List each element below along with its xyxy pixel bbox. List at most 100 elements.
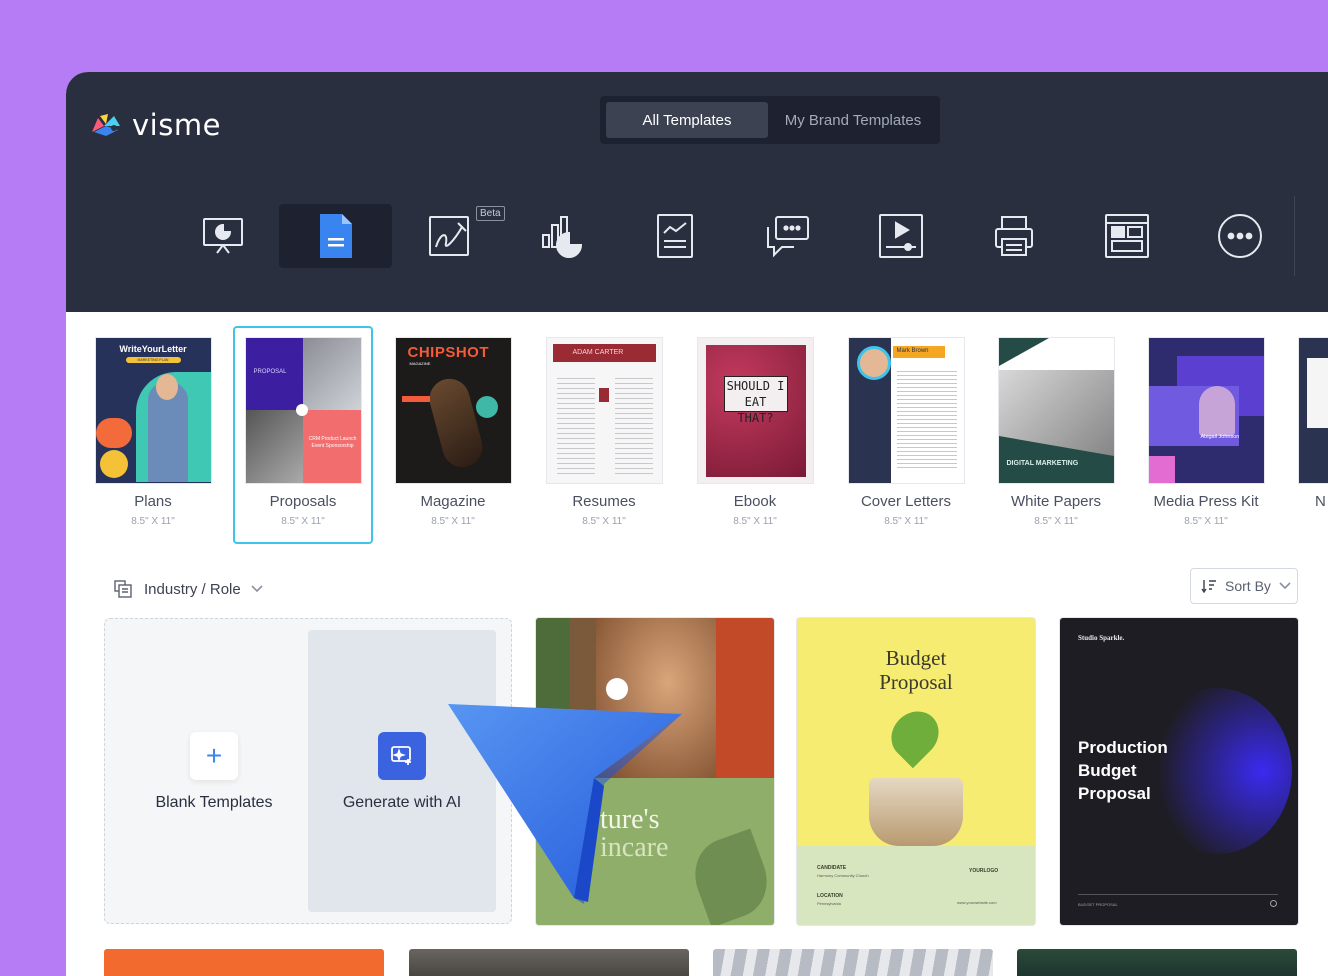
- magazine-thumbnail: CHIPSHOT MAGAZINE: [395, 338, 511, 483]
- category-document[interactable]: [279, 204, 392, 268]
- plans-thumb-title: WriteYourLetter: [119, 344, 187, 354]
- template-type-name: Ebook: [733, 493, 777, 510]
- template-type-proposals[interactable]: PROPOSAL CRM Product Launch Event Sponso…: [233, 326, 373, 544]
- template-type-size: 8.5" X 11": [1184, 516, 1228, 527]
- sort-icon: [1201, 580, 1216, 593]
- template-type-name: Cover Letters: [860, 493, 952, 510]
- template-type-name: N: [1315, 493, 1326, 510]
- infographic-icon: [541, 216, 582, 258]
- ebook-thumbnail: SHOULD I EAT THAT?: [697, 338, 813, 483]
- template-type-name: Plans: [134, 493, 172, 510]
- category-report[interactable]: [618, 204, 731, 268]
- more-icon: [1217, 214, 1262, 258]
- template-card-bottom-3[interactable]: [713, 949, 993, 976]
- cover-letters-thumbnail: Mark Brown: [848, 338, 964, 483]
- template-type-size: 8.5" X 11": [1034, 516, 1078, 527]
- chevron-down-icon: [251, 585, 263, 593]
- chevron-down-icon: [1279, 582, 1291, 590]
- blank-templates-label: Blank Templates: [155, 794, 273, 811]
- budget-location-value: Pennsylvania: [817, 901, 841, 906]
- production-studio-name: Studio Sparkle.: [1078, 634, 1125, 642]
- template-card-budget-proposal[interactable]: Budget Proposal CANDIDATE Harmony Commun…: [797, 618, 1035, 925]
- template-type-size: 8.5" X 11": [131, 516, 175, 527]
- proposals-thumb-title: PROPOSAL: [253, 369, 287, 375]
- template-card-bottom-4[interactable]: [1017, 949, 1297, 976]
- template-type-name: Resumes: [572, 493, 636, 510]
- production-footer: BUDGET PROPOSAL: [1078, 902, 1118, 907]
- generate-ai-button[interactable]: [378, 732, 426, 780]
- report-icon: [656, 214, 693, 258]
- visme-logo[interactable]: visme: [90, 108, 221, 142]
- arrow-circle-icon: [1270, 900, 1277, 907]
- top-bar: visme All Templates My Brand Templates B…: [66, 72, 1328, 312]
- plus-icon: +: [205, 740, 223, 771]
- budget-title-b: Proposal: [879, 670, 953, 694]
- template-type-size: 8.5" X 11": [884, 516, 928, 527]
- filter-label: Industry / Role: [144, 580, 241, 598]
- category-presentation[interactable]: [166, 204, 279, 268]
- resumes-thumb-title: ADAM CARTER: [572, 349, 624, 356]
- white-papers-thumb-title: DIGITAL MARKETING: [1006, 460, 1079, 467]
- next-thumbnail: [1299, 338, 1328, 483]
- category-infographic[interactable]: [505, 204, 618, 268]
- tab-my-brand-templates[interactable]: My Brand Templates: [772, 102, 934, 138]
- category-more[interactable]: [1183, 204, 1296, 268]
- category-divider: [1294, 196, 1295, 276]
- whiteboard-icon: [428, 216, 469, 256]
- template-type-size: 8.5" X 11": [431, 516, 475, 527]
- template-type-resumes[interactable]: ADAM CARTER Resumes 8.5" X 11": [539, 328, 669, 527]
- tab-all-templates[interactable]: All Templates: [606, 102, 768, 138]
- category-social[interactable]: [731, 204, 844, 268]
- proposals-thumb-sub: CRM Product Launch Event Sponsorship: [308, 436, 357, 449]
- beta-badge: Beta: [476, 206, 505, 221]
- category-web-graphic[interactable]: [1070, 204, 1183, 268]
- template-type-name: Proposals: [269, 493, 337, 510]
- web-graphic-icon: [1104, 214, 1149, 258]
- template-type-name: Magazine: [420, 493, 486, 510]
- printable-icon: [994, 216, 1033, 256]
- industry-role-filter[interactable]: Industry / Role: [114, 580, 263, 598]
- template-type-ebook[interactable]: SHOULD I EAT THAT? Ebook 8.5" X 11": [690, 328, 820, 527]
- budget-website: www.yourwebsite.com: [957, 900, 997, 905]
- budget-logo: YOURLOGO: [969, 868, 999, 874]
- template-type-size: 8.5" X 11": [582, 516, 626, 527]
- template-card-production-budget[interactable]: Studio Sparkle. Production Budget Propos…: [1060, 618, 1298, 925]
- template-type-plans[interactable]: WriteYourLetter MARKETING PLAN Plans 8.5…: [88, 328, 218, 527]
- template-type-white-papers[interactable]: DIGITAL MARKETING White Papers 8.5" X 11…: [991, 328, 1121, 527]
- template-type-next[interactable]: N: [1291, 328, 1328, 510]
- white-papers-thumbnail: DIGITAL MARKETING: [998, 338, 1114, 483]
- production-title-c: Proposal: [1078, 784, 1151, 803]
- logo-mark-icon: [92, 114, 120, 136]
- plans-thumbnail: WriteYourLetter MARKETING PLAN: [95, 338, 211, 483]
- template-type-media-press-kit[interactable]: Abigail Johnson Media Press Kit 8.5" X 1…: [1141, 328, 1271, 527]
- sort-by-dropdown[interactable]: Sort By: [1190, 568, 1298, 604]
- magazine-thumb-title: CHIPSHOT: [407, 344, 490, 361]
- presentation-icon: [202, 218, 243, 254]
- social-chat-icon: [766, 216, 809, 258]
- app-window: visme All Templates My Brand Templates B…: [66, 72, 1328, 976]
- document-icon: [319, 214, 352, 258]
- production-title-b: Budget: [1078, 761, 1137, 780]
- template-card-bottom-1[interactable]: [104, 949, 384, 976]
- pointer-arrow-icon: [448, 704, 682, 904]
- template-card-bottom-2[interactable]: [409, 949, 689, 976]
- resumes-thumbnail: ADAM CARTER: [546, 338, 662, 483]
- blank-template-button[interactable]: +: [190, 732, 238, 780]
- media-press-kit-thumb-title: Abigail Johnson: [1200, 434, 1240, 440]
- template-types-row: WriteYourLetter MARKETING PLAN Plans 8.5…: [66, 312, 1328, 562]
- media-press-kit-thumbnail: Abigail Johnson: [1148, 338, 1264, 483]
- category-video[interactable]: [844, 204, 957, 268]
- budget-candidate-label: CANDIDATE: [817, 865, 847, 871]
- category-row: Beta: [166, 204, 1296, 268]
- category-printable[interactable]: [957, 204, 1070, 268]
- template-type-name: Media Press Kit: [1153, 493, 1259, 510]
- proposals-thumbnail: PROPOSAL CRM Product Launch Event Sponso…: [245, 338, 361, 483]
- plans-thumb-sub: MARKETING PLAN: [125, 357, 181, 363]
- budget-candidate-value: Harmony Community Church: [817, 873, 869, 878]
- template-type-magazine[interactable]: CHIPSHOT MAGAZINE Magazine 8.5" X 11": [388, 328, 518, 527]
- video-icon: [878, 214, 923, 258]
- production-title-a: Production: [1078, 738, 1168, 757]
- template-type-cover-letters[interactable]: Mark Brown Cover Letters 8.5" X 11": [841, 328, 971, 527]
- template-type-size: 8.5" X 11": [281, 516, 325, 527]
- category-whiteboard[interactable]: Beta: [392, 204, 505, 268]
